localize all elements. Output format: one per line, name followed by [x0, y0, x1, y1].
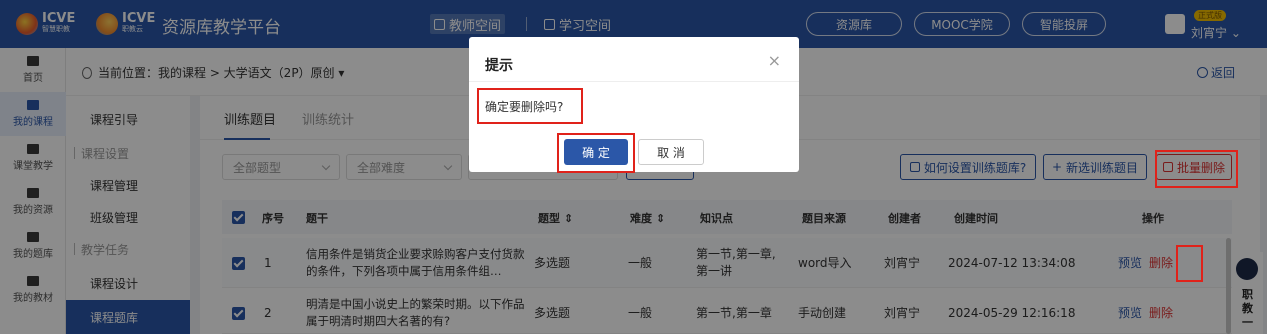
- dialog-divider: [469, 81, 799, 82]
- dialog-message: 确定要删除吗?: [485, 100, 564, 114]
- close-icon[interactable]: ×: [768, 51, 781, 70]
- confirm-button[interactable]: 确 定: [564, 139, 628, 165]
- dialog-title: 提示: [485, 58, 513, 74]
- confirm-dialog: 提示 × 确定要删除吗? 确 定 取 消: [469, 37, 799, 172]
- cancel-button[interactable]: 取 消: [638, 139, 704, 165]
